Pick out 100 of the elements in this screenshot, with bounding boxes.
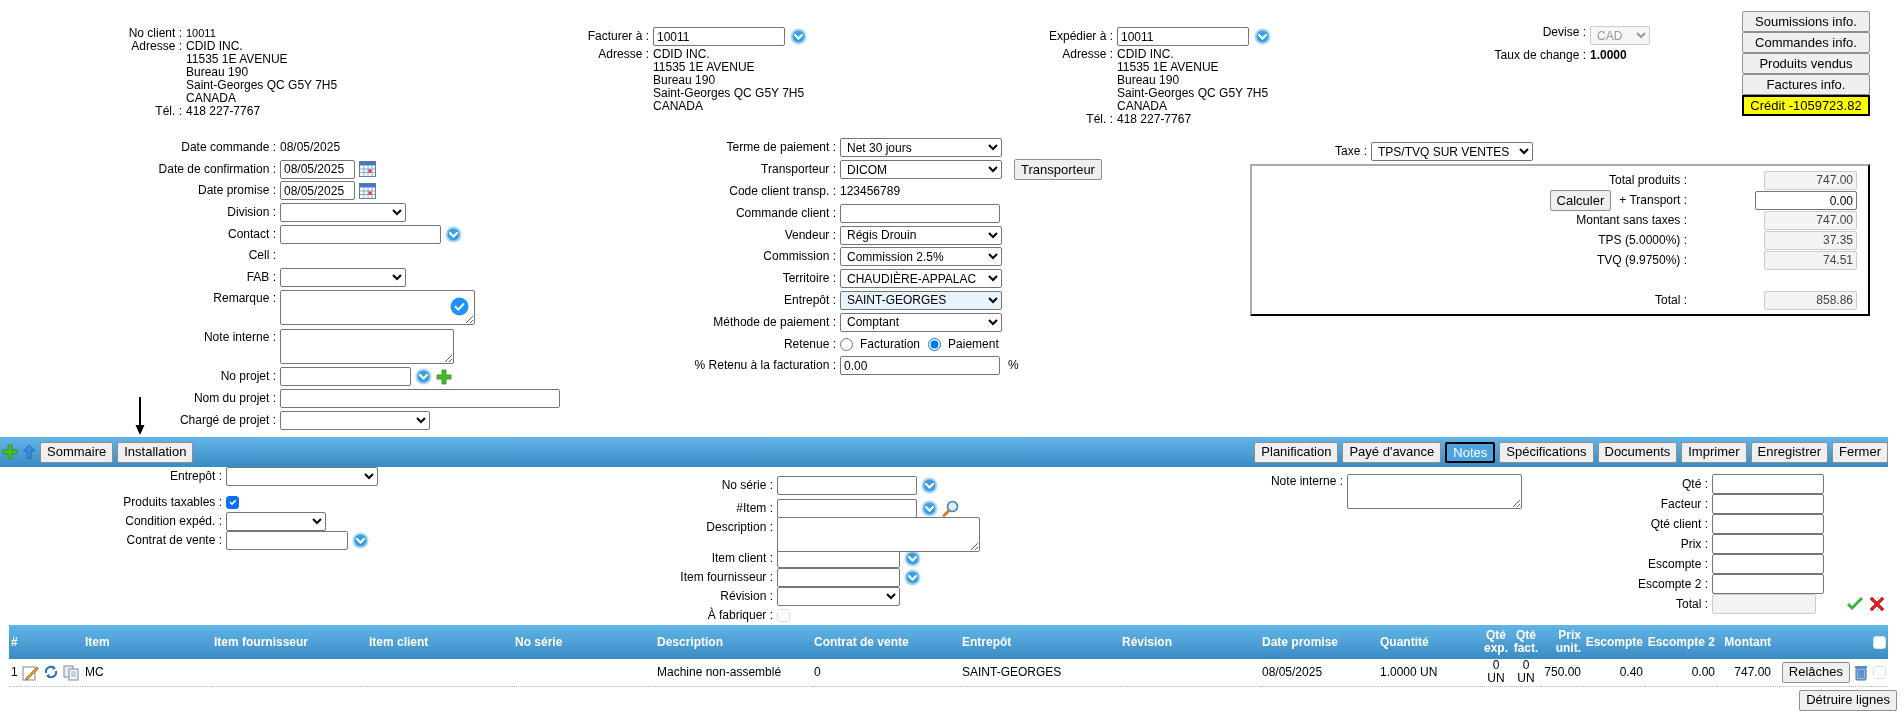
readonly-field[interactable] — [1712, 594, 1816, 614]
table-cell: 0.00 — [1691, 664, 1715, 679]
toolbar-button[interactable]: Fermer — [1832, 441, 1888, 463]
readonly-field[interactable]: 747.00 — [1764, 170, 1857, 190]
field-value: 08/05/2025 — [280, 140, 341, 156]
checkbox[interactable] — [226, 496, 239, 509]
readonly-field[interactable]: 74.51 — [1764, 250, 1857, 270]
info-button[interactable]: Soumissions info. — [1742, 11, 1870, 32]
dropdown[interactable]: Comptant — [840, 312, 1002, 332]
radio-button[interactable] — [928, 337, 942, 351]
chevron-circle-icon[interactable] — [415, 368, 432, 386]
toolbar-button[interactable]: Documents — [1597, 441, 1678, 463]
chevron-circle-icon[interactable] — [790, 28, 807, 45]
check-circle-icon[interactable] — [450, 297, 469, 317]
toolbar-button[interactable]: Enregistrer — [1750, 441, 1829, 463]
table-cell: 0 UN — [1517, 658, 1535, 686]
text-field[interactable]: 0.00 — [1755, 191, 1857, 210]
dropdown[interactable]: CHAUDIÈRE-APPALAC — [840, 269, 1002, 289]
delete-lines-button[interactable]: Détruire lignes — [1799, 689, 1897, 711]
dropdown[interactable]: DICOM — [840, 160, 1002, 180]
credit-button[interactable]: Crédit -1059723.82 — [1742, 95, 1870, 116]
calendar-icon[interactable] — [359, 161, 376, 178]
column-header: Item client — [369, 634, 429, 649]
chevron-circle-icon[interactable] — [352, 532, 369, 549]
toolbar-button[interactable]: Payé d'avance — [1342, 441, 1442, 463]
text-field[interactable] — [1712, 514, 1824, 534]
dropdown[interactable] — [226, 512, 326, 531]
toolbar-button[interactable]: Sommaire — [40, 441, 114, 463]
edit-icon[interactable] — [21, 663, 39, 681]
trash-icon[interactable] — [1854, 663, 1868, 681]
info-button[interactable]: Produits vendus — [1742, 53, 1870, 74]
toolbar-button[interactable]: Installation — [117, 441, 194, 463]
text-field[interactable] — [1712, 534, 1824, 554]
dropdown[interactable] — [280, 410, 430, 430]
chevron-circle-icon[interactable] — [904, 569, 921, 586]
calculate-button[interactable]: Calculer — [1549, 190, 1612, 211]
chevron-circle-icon[interactable] — [445, 225, 462, 243]
text-field[interactable] — [777, 476, 917, 495]
info-button[interactable]: Commandes info. — [1742, 32, 1870, 53]
text-field[interactable] — [226, 531, 348, 550]
text-field[interactable] — [1712, 474, 1824, 494]
dropdown[interactable] — [226, 467, 378, 486]
field-label: Remarque : — [212, 290, 276, 307]
search-icon[interactable] — [942, 500, 959, 517]
readonly-field[interactable]: 747.00 — [1764, 210, 1857, 230]
radio-button[interactable] — [840, 337, 853, 351]
text-field[interactable] — [777, 499, 917, 518]
plus-icon[interactable] — [436, 368, 452, 385]
field-label: Tél. : — [1085, 113, 1113, 126]
text-area[interactable] — [280, 329, 454, 365]
toolbar-button[interactable]: Planification — [1254, 441, 1339, 463]
text-field[interactable] — [1712, 494, 1824, 514]
chevron-circle-icon[interactable] — [1254, 28, 1271, 45]
field-value: 418 227-7767 — [186, 105, 262, 118]
dropdown[interactable]: SAINT-GEORGES — [840, 290, 1002, 310]
date-field[interactable]: 08/05/2025 — [280, 181, 355, 201]
table-cell: 0 — [814, 664, 821, 679]
text-field[interactable] — [280, 367, 411, 387]
text-field[interactable] — [840, 203, 1000, 223]
text-area[interactable] — [280, 290, 475, 326]
text-field[interactable] — [1712, 554, 1824, 574]
address-line: CANADA — [653, 100, 703, 113]
text-field[interactable]: 10011 — [1117, 27, 1249, 46]
text-field[interactable] — [280, 224, 441, 244]
field-label: Produits taxables : — [122, 495, 222, 510]
text-field[interactable]: 0.00 — [840, 356, 1000, 376]
dropdown[interactable] — [280, 203, 406, 223]
dropdown[interactable] — [280, 267, 406, 287]
date-field[interactable]: 08/05/2025 — [280, 159, 355, 179]
toolbar-button[interactable]: Spécifications — [1499, 441, 1594, 463]
chevron-circle-icon[interactable] — [904, 550, 921, 567]
toolbar-button[interactable]: Imprimer — [1681, 441, 1747, 463]
dropdown[interactable]: TPS/TVQ SUR VENTES — [1371, 142, 1533, 161]
info-button[interactable]: Factures info. — [1742, 74, 1870, 95]
readonly-field[interactable]: 858.86 — [1764, 290, 1857, 310]
field-label: Escompte : — [1646, 556, 1708, 572]
text-field[interactable] — [280, 389, 560, 409]
column-header: Entrepôt — [962, 634, 1012, 649]
text-field[interactable]: 10011 — [653, 27, 785, 46]
text-area[interactable] — [1347, 474, 1522, 509]
refresh-icon[interactable] — [42, 664, 59, 681]
field-label: Vendeur : — [783, 227, 836, 243]
action-button[interactable]: Transporteur — [1014, 159, 1102, 181]
dropdown[interactable]: Net 30 jours — [840, 138, 1002, 158]
release-button[interactable]: Relâches — [1781, 661, 1850, 683]
close-icon[interactable] — [1868, 595, 1886, 613]
text-area[interactable] — [777, 517, 980, 552]
field-label: FAB : — [245, 269, 276, 285]
text-field[interactable] — [777, 568, 900, 587]
calendar-icon[interactable] — [359, 183, 376, 199]
check-icon[interactable] — [1846, 595, 1864, 613]
text-field[interactable] — [777, 549, 900, 568]
chevron-circle-icon[interactable] — [921, 500, 938, 517]
dropdown[interactable]: Commission 2.5% — [840, 247, 1002, 267]
dropdown[interactable]: Régis Drouin — [840, 225, 1002, 245]
copy-icon[interactable] — [62, 663, 79, 681]
dropdown[interactable] — [777, 587, 900, 606]
chevron-circle-icon[interactable] — [921, 477, 938, 494]
readonly-field[interactable]: 37.35 — [1764, 230, 1857, 250]
text-field[interactable] — [1712, 574, 1824, 594]
